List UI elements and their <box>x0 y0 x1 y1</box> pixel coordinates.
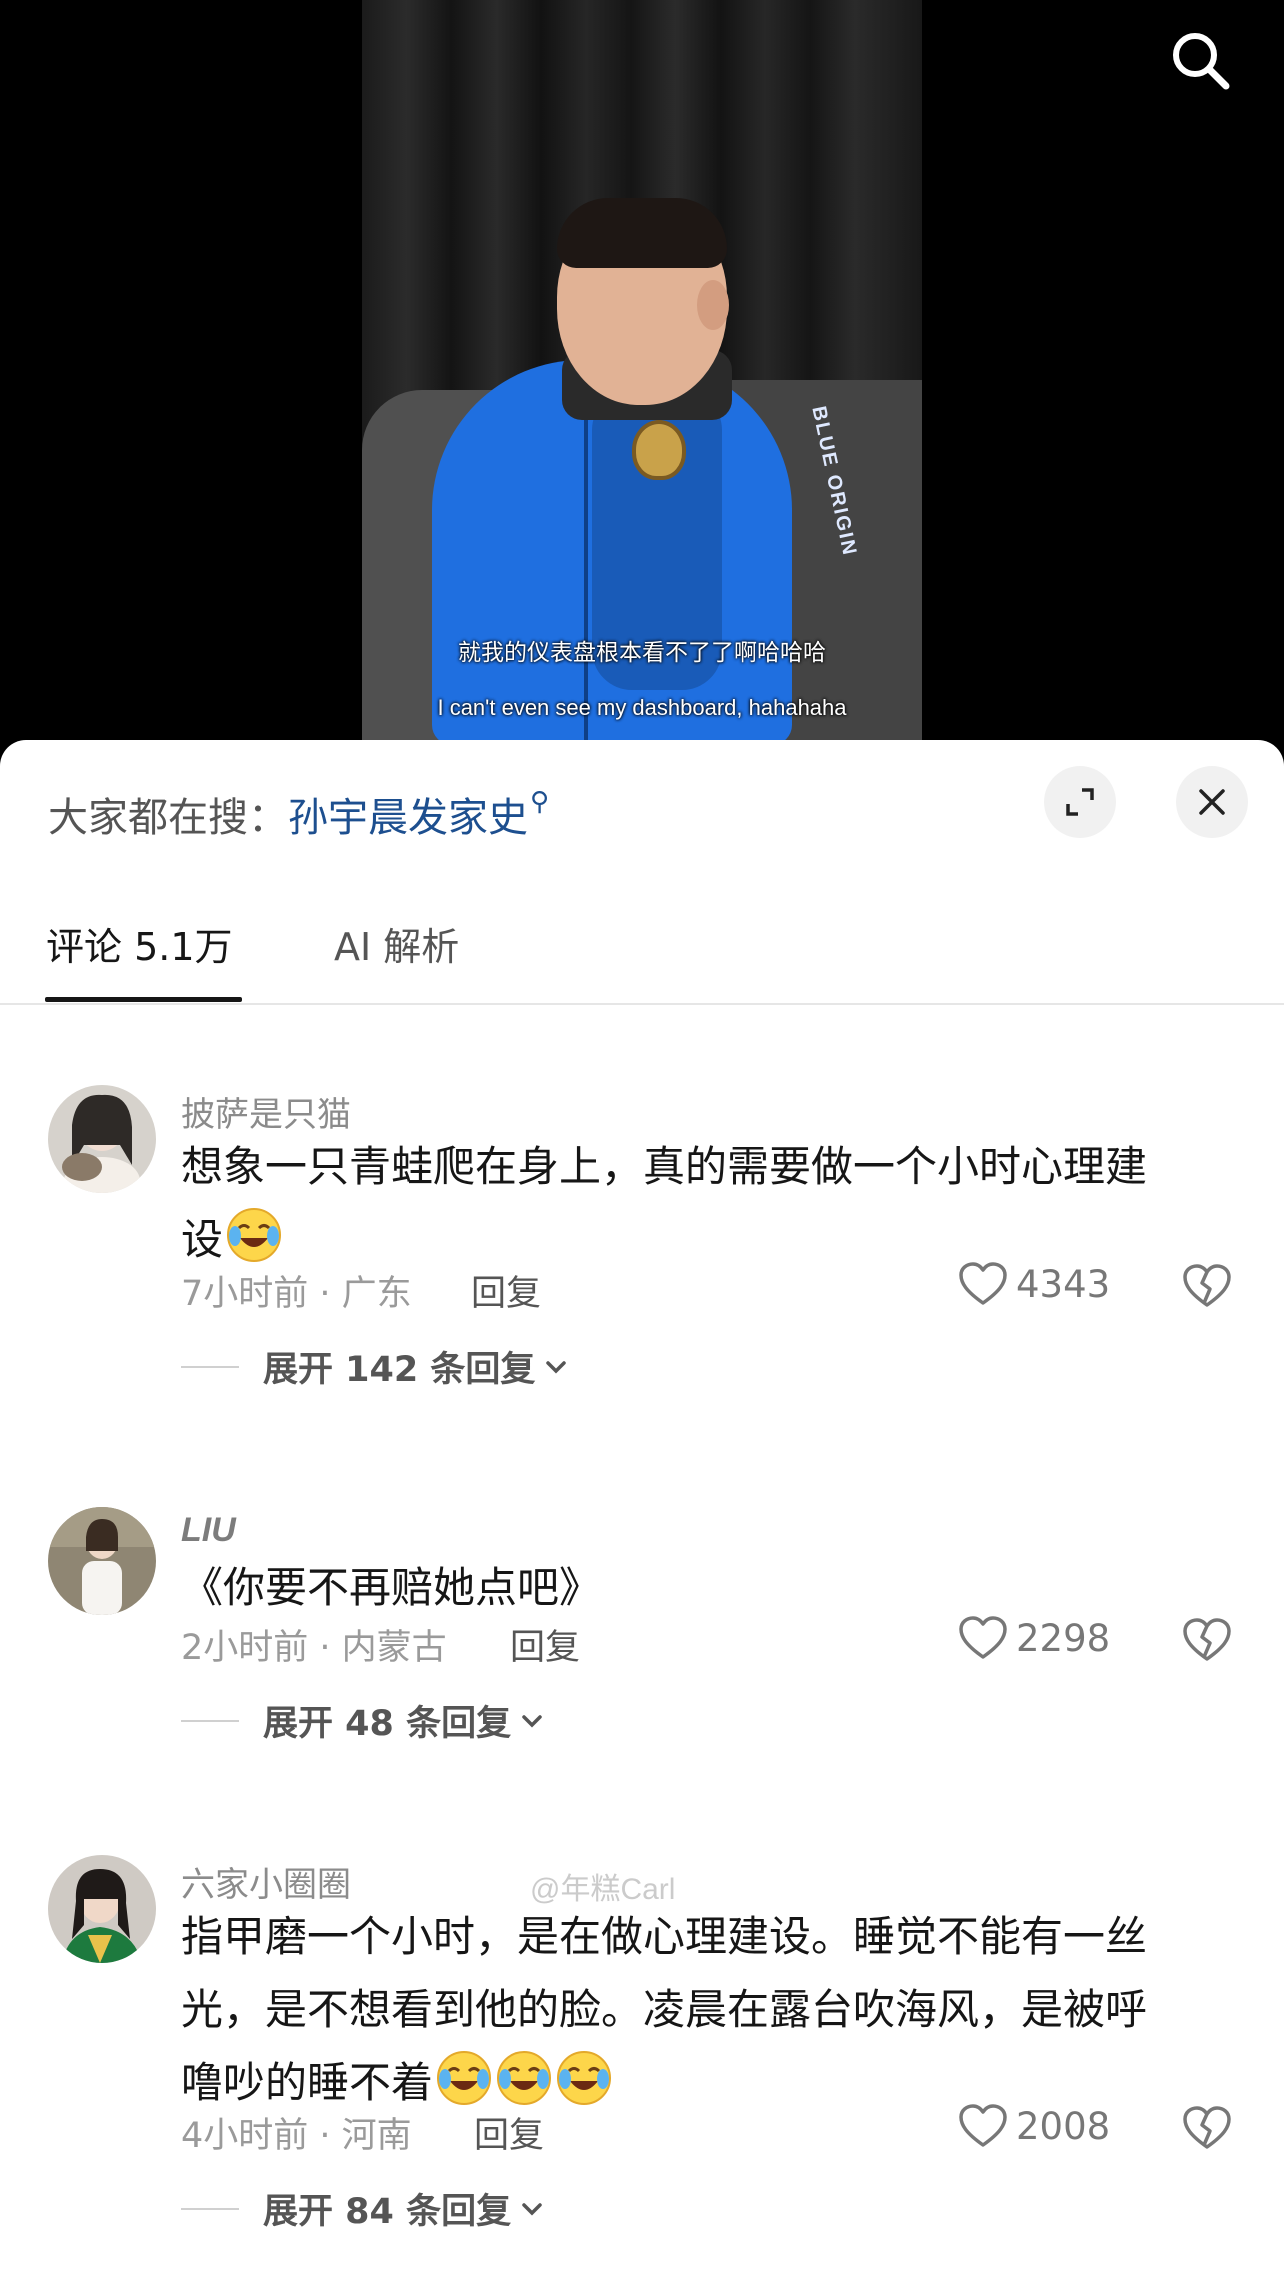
person-ear <box>697 280 729 330</box>
chevron-down-icon <box>522 2202 542 2215</box>
comment-text-line: 光，是不想看到他的脸。凌晨在露台吹海风，是被呼 <box>181 1985 1148 2034</box>
active-tab-indicator <box>45 997 242 1002</box>
expand-replies-label[interactable]: 展开 142 条回复 <box>263 1341 571 1392</box>
crying-laughing-emoji <box>555 2049 613 2107</box>
close-icon <box>1199 789 1225 815</box>
expand-divider <box>181 1366 239 1368</box>
video-player[interactable]: BLUE ORIGIN 就我的仪表盘根本看不了了啊哈哈哈 I can't eve… <box>0 0 1284 760</box>
like-count: 2298 <box>1016 1616 1111 1660</box>
broken-heart-icon <box>1183 1618 1231 1661</box>
search-button[interactable] <box>1160 20 1240 100</box>
close-button[interactable] <box>1176 766 1248 838</box>
expand-replies-label[interactable]: 展开 48 条回复 <box>263 1695 547 1746</box>
dislike-button[interactable] <box>1182 1263 1232 1313</box>
expand-divider <box>181 1720 239 1722</box>
expand-button[interactable] <box>1044 766 1116 838</box>
broken-heart-icon <box>1183 2106 1231 2149</box>
like-button[interactable]: 4343 <box>958 1261 1110 1307</box>
expand-replies-text: 展开 142 条回复 <box>263 1350 536 1390</box>
comment-time-location: 4小时前 · 河南 <box>181 2116 412 2156</box>
like-count: 2008 <box>1016 2104 1111 2148</box>
expand-divider <box>181 2208 239 2210</box>
comment-item: LIU 《你要不再赔她点吧》 2小时前 · 内蒙古 回复 2298 展开 48 … <box>0 1507 1284 1807</box>
heart-outline-icon <box>959 2104 1007 2147</box>
comment-item: 六家小圈圈 指甲磨一个小时，是在做心理建设。睡觉不能有一丝 光，是不想看到他的脸… <box>0 1855 1284 2289</box>
person-hair <box>557 198 727 268</box>
broken-heart-icon <box>1183 1264 1231 1307</box>
comment-text-line: 《你要不再赔她点吧》 <box>181 1563 602 1612</box>
comment-text-line: 指甲磨一个小时，是在做心理建设。睡觉不能有一丝 <box>181 1912 1148 1961</box>
heart-outline-icon <box>959 1262 1007 1305</box>
comment-text: 《你要不再赔她点吧》 <box>181 1551 1221 1624</box>
dislike-button[interactable] <box>1182 1617 1232 1667</box>
comment-text-line: 想象一只青蛙爬在身上，真的需要做一个小时心理建 <box>181 1142 1148 1191</box>
expand-replies[interactable]: 展开 48 条回复 <box>181 1695 781 1745</box>
avatar[interactable] <box>48 1085 156 1193</box>
comment-text: 想象一只青蛙爬在身上，真的需要做一个小时心理建 设 <box>181 1130 1221 1276</box>
comment-text-line: 噜吵的睡不着 <box>181 2058 434 2107</box>
heart-outline-icon <box>959 1616 1007 1659</box>
chevron-down-icon <box>546 1360 567 1373</box>
expand-replies[interactable]: 展开 142 条回复 <box>181 1341 781 1391</box>
like-count: 4343 <box>1016 1262 1111 1306</box>
small-search-icon: ⚲ <box>530 787 550 817</box>
hot-search-bar[interactable]: 大家都在搜： 孙宇晨发家史 ⚲ <box>48 784 549 844</box>
avatar[interactable] <box>48 1507 156 1615</box>
crying-laughing-emoji <box>225 1206 283 1264</box>
expand-replies-label[interactable]: 展开 84 条回复 <box>263 2183 547 2234</box>
hot-search-prefix: 大家都在搜： <box>48 795 288 841</box>
subtitle-english: I can't even see my dashboard, hahahaha <box>437 695 847 720</box>
like-button[interactable]: 2298 <box>958 1615 1110 1661</box>
search-icon <box>1173 33 1230 90</box>
jacket-patch <box>632 420 686 480</box>
comment-text: 指甲磨一个小时，是在做心理建设。睡觉不能有一丝 光，是不想看到他的脸。凌晨在露台… <box>181 1900 1221 2119</box>
comment-time-location: 2小时前 · 内蒙古 <box>181 1628 447 1668</box>
avatar[interactable] <box>48 1855 156 1963</box>
like-button[interactable]: 2008 <box>958 2103 1110 2149</box>
reply-button[interactable]: 回复 <box>510 1619 580 1670</box>
crying-laughing-emoji <box>495 2049 553 2107</box>
comment-time-location: 7小时前 · 广东 <box>181 1274 412 1314</box>
subtitle-chinese: 就我的仪表盘根本看不了了啊哈哈哈 <box>458 640 826 666</box>
expand-replies-text: 展开 48 条回复 <box>263 1704 512 1744</box>
comment-username[interactable]: 披萨是只猫 <box>181 1087 351 1136</box>
expand-replies-text: 展开 84 条回复 <box>263 2192 512 2232</box>
comment-sheet: 大家都在搜： 孙宇晨发家史 ⚲ 评论 5.1万 AI 解析 @年糕Carl 披萨… <box>0 740 1284 2289</box>
tab-comments[interactable]: 评论 5.1万 <box>46 916 233 971</box>
crying-laughing-emoji <box>435 2049 493 2107</box>
dislike-button[interactable] <box>1182 2105 1232 2155</box>
hot-search-term[interactable]: 孙宇晨发家史 <box>288 785 528 843</box>
jacket-zipper <box>584 400 588 745</box>
comment-tabs: 评论 5.1万 AI 解析 <box>0 896 1284 1005</box>
reply-button[interactable]: 回复 <box>471 1265 541 1316</box>
reply-button[interactable]: 回复 <box>474 2107 544 2158</box>
tab-ai-analysis[interactable]: AI 解析 <box>334 916 459 971</box>
expand-replies[interactable]: 展开 84 条回复 <box>181 2183 781 2233</box>
comment-username[interactable]: 六家小圈圈 <box>181 1857 351 1906</box>
comment-text-line: 设 <box>181 1215 224 1264</box>
comment-item: 披萨是只猫 想象一只青蛙爬在身上，真的需要做一个小时心理建 设 7小时前 · 广… <box>0 1085 1284 1425</box>
expand-icon <box>1066 788 1094 816</box>
chevron-down-icon <box>522 1714 542 1727</box>
video-frame: BLUE ORIGIN 就我的仪表盘根本看不了了啊哈哈哈 I can't eve… <box>362 0 922 745</box>
comment-username[interactable]: LIU <box>181 1511 236 1550</box>
